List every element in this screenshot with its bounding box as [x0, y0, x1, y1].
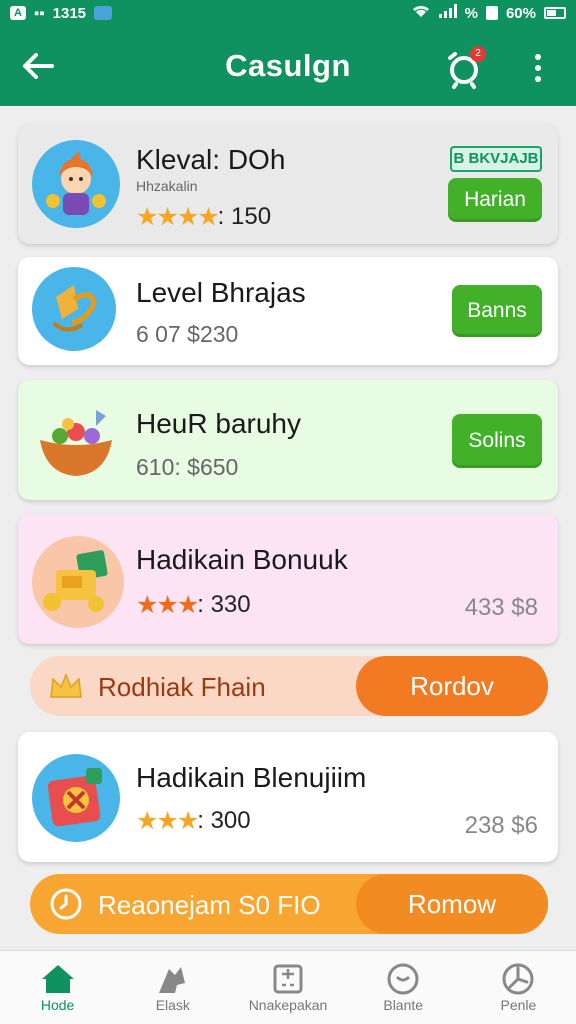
food-bowl-icon — [40, 410, 112, 476]
gift-box-icon — [47, 768, 102, 827]
battery-text: 60% — [505, 4, 536, 22]
promo-banner[interactable]: Rodhiak Fhain Rordov — [30, 656, 548, 716]
rating: ★★★ : 330 — [136, 590, 251, 620]
battery-icon — [544, 7, 566, 19]
rating-value: : 300 — [197, 807, 251, 834]
rating: ★★★★ : 150 — [136, 202, 271, 232]
promo-label: Reaonejam S0 FIO — [98, 890, 321, 920]
message-icon — [94, 6, 113, 20]
calendar-icon: ▪▪ — [34, 4, 45, 22]
card-title: Hadikain Bonuuk — [136, 544, 348, 575]
star-icon: ★★★ — [136, 807, 199, 835]
notification-button[interactable]: 2 — [444, 46, 488, 90]
signal-icon — [438, 4, 457, 22]
rating-value: : 150 — [217, 203, 272, 230]
card-subtitle: Hhzakalin — [136, 178, 198, 194]
reward-card[interactable]: Hadikain Blenujiim ★★★ : 300 238 $6 — [18, 732, 558, 862]
bottom-navigation: Hode Elask Nnakepakan Blante Penle — [0, 950, 576, 1024]
more-options-button[interactable] — [524, 50, 552, 86]
sim-icon — [485, 6, 498, 20]
promo-banner[interactable]: Reaonejam S0 FIO Romow — [30, 874, 548, 934]
signal-text: % — [464, 4, 478, 22]
more-vert-icon — [535, 54, 541, 60]
nav-item-profile[interactable]: Penle — [461, 951, 576, 1024]
wifi-icon — [411, 3, 431, 23]
app-notification-icon: A — [10, 6, 26, 20]
reward-thumbnail — [32, 267, 116, 351]
price: 433 $8 — [464, 594, 538, 621]
reward-card[interactable]: HeuR baruhy 610: $650 Solins — [18, 380, 558, 500]
nav-label: Elask — [155, 997, 190, 1013]
nav-label: Hode — [40, 997, 75, 1013]
app-bar: Casulgn 2 — [0, 26, 576, 106]
smile-icon — [384, 961, 422, 997]
reward-thumbnail — [32, 536, 124, 628]
status-badge: B BKVJAJB — [450, 146, 542, 172]
crown-icon — [48, 668, 84, 704]
card-subtitle: 6 07 $230 — [136, 321, 239, 347]
bird-icon — [154, 961, 192, 997]
cash-bundle-icon — [43, 550, 108, 612]
claim-button[interactable]: Solins — [452, 414, 542, 468]
reward-card[interactable]: Hadikain Bonuuk ★★★ : 330 433 $8 — [18, 514, 558, 644]
card-title: HeuR baruhy — [136, 408, 301, 439]
status-bar: A ▪▪ 1315 % 60% — [0, 0, 576, 26]
clock-icon — [48, 886, 84, 922]
nav-label: Nnakepakan — [248, 997, 328, 1013]
status-time: 1315 — [52, 4, 87, 22]
promo-button[interactable]: Rordov — [356, 656, 548, 716]
reward-card[interactable]: Level Bhrajas 6 07 $230 Banns — [18, 257, 558, 365]
avatar — [32, 140, 120, 228]
star-icon: ★★★★ — [136, 203, 220, 231]
star-icon: ★★★ — [136, 591, 199, 619]
claim-button[interactable]: Harian — [448, 178, 542, 222]
claim-button[interactable]: Banns — [452, 285, 542, 337]
rating-value: : 330 — [197, 591, 251, 618]
price: 238 $6 — [464, 812, 538, 839]
promo-button[interactable]: Romow — [356, 874, 548, 934]
nav-item-calculator[interactable]: Nnakepakan — [230, 951, 345, 1024]
rating: ★★★ : 300 — [136, 806, 251, 836]
nav-label: Blante — [383, 997, 424, 1013]
nav-item-home[interactable]: Hode — [0, 951, 115, 1024]
card-title: Kleval: DOh — [136, 144, 286, 175]
compass-icon — [499, 961, 537, 997]
nav-label: Penle — [500, 997, 537, 1013]
reward-thumbnail — [32, 754, 120, 842]
calculator-icon — [269, 961, 307, 997]
nav-item-balance[interactable]: Blante — [346, 951, 461, 1024]
page-title: Casulgn — [225, 48, 351, 83]
promo-label: Rodhiak Fhain — [98, 672, 266, 702]
home-icon — [39, 961, 77, 997]
notification-badge: 2 — [470, 46, 486, 62]
reward-card[interactable]: Kleval: DOh Hhzakalin ★★★★ : 150 B BKVJA… — [18, 124, 558, 244]
nav-item-task[interactable]: Elask — [115, 951, 230, 1024]
card-title: Level Bhrajas — [136, 277, 306, 308]
trophy-icon — [52, 285, 97, 332]
card-subtitle: 610: $650 — [136, 454, 239, 480]
reward-thumbnail — [32, 396, 120, 484]
card-title: Hadikain Blenujiim — [136, 762, 367, 793]
